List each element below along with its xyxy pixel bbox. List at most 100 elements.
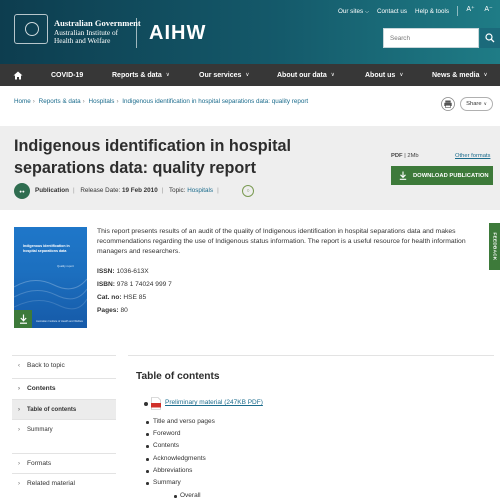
side-label: Formats — [27, 460, 52, 467]
pages-value: 80 — [120, 307, 128, 314]
side-item-related-material[interactable]: › Related material — [12, 473, 116, 493]
our-sites-link[interactable]: Our sites ⌵ — [338, 8, 369, 15]
breadcrumb-home[interactable]: Home — [14, 98, 31, 105]
search-field[interactable] — [383, 28, 479, 48]
search-icon — [485, 33, 495, 43]
breadcrumb-separator: › — [82, 98, 85, 105]
cover-footer: Australian Institute of Health and Welfa… — [36, 320, 84, 323]
utility-nav: Our sites ⌵ Contact us Help & tools — [338, 6, 458, 16]
breadcrumb-current[interactable]: Indigenous identification in hospital se… — [122, 98, 308, 105]
chevron-down-icon: ⌵ — [365, 8, 369, 15]
nav-item-about-us[interactable]: About us ∨ — [365, 64, 403, 86]
chevron-down-icon: ∨ — [330, 72, 335, 78]
file-info: PDF | 2Mb — [391, 153, 419, 159]
side-item-formats[interactable]: › Formats — [12, 453, 116, 473]
chevron-right-icon: › — [18, 426, 20, 433]
breadcrumb-reports-data[interactable]: Reports & data — [39, 98, 81, 105]
other-formats-link[interactable]: Other formats — [455, 153, 490, 159]
release-label: Release Date: — [80, 187, 121, 194]
side-label: Related material — [27, 480, 76, 487]
topic-link[interactable]: Hospitals — [187, 187, 213, 194]
nav-item-covid-19[interactable]: COVID-19 — [51, 64, 83, 86]
publication-type: Publication — [35, 187, 69, 194]
chevron-down-icon: ∨ — [399, 72, 404, 78]
cat-value: HSE 85 — [123, 294, 147, 301]
release-date: 19 Feb 2010 — [121, 187, 158, 194]
our-sites-label: Our sites — [337, 7, 364, 15]
print-button[interactable] — [441, 97, 455, 111]
page-title: Indigenous identification in hospital se… — [14, 137, 291, 177]
topic-label: Topic: — [168, 187, 186, 194]
toc-item[interactable]: Foreword — [145, 430, 180, 437]
nav-label: Our services — [199, 71, 242, 79]
breadcrumb-separator: › — [32, 98, 35, 105]
nav-item-our-services[interactable]: Our services ∨ — [199, 64, 249, 86]
nav-item-news-media[interactable]: News & media ∨ — [432, 64, 488, 86]
contact-us-link[interactable]: Contact us — [377, 8, 407, 15]
toc-item[interactable]: Title and verso pages — [146, 418, 215, 425]
summary-text: This report presents results of an audit… — [97, 228, 466, 256]
chevron-down-icon: ∨ — [483, 101, 487, 106]
side-label: Back to topic — [27, 362, 65, 369]
nav-label: News & media — [432, 71, 480, 79]
preliminary-material-pdf-link[interactable]: Preliminary material (247KB PDF) — [165, 399, 263, 406]
side-item-summary[interactable]: › Summary — [12, 419, 116, 439]
increase-font-button[interactable]: A⁺ — [463, 2, 478, 16]
help-tools-link[interactable]: Help & tools — [415, 8, 449, 15]
cat-fact: Cat. no: HSE 85 — [97, 294, 146, 301]
aihw-logo[interactable]: AIHW — [149, 22, 206, 45]
share-button[interactable]: Share ∨ — [460, 97, 493, 111]
chevron-left-icon: ‹ — [18, 362, 20, 369]
list-bullet — [144, 402, 148, 406]
publication-meta: Publication | Release Date: 19 Feb 2010 | … — [35, 187, 223, 194]
nav-item-about-our-data[interactable]: About our data ∨ — [277, 64, 335, 86]
nav-label: Reports & data — [112, 71, 162, 79]
home-button[interactable] — [0, 64, 36, 86]
nav-item-reports-data[interactable]: Reports & data ∨ — [112, 64, 170, 86]
gov-line3: Health and Welfare — [54, 36, 111, 46]
side-item-table-of-contents[interactable]: › Table of contents — [12, 399, 116, 419]
chevron-right-icon: › — [18, 406, 20, 413]
isbn-label: ISBN: — [97, 281, 115, 288]
breadcrumb-hospitals[interactable]: Hospitals — [89, 98, 115, 105]
search-input[interactable] — [390, 34, 478, 42]
cover-title: Indigenous identification in hospital se… — [23, 244, 70, 253]
government-logo-text[interactable]: Australian Government Australian Institu… — [54, 18, 141, 46]
breadcrumb: Home › Reports & data › Hospitals › Indigen… — [14, 98, 308, 105]
download-icon — [19, 314, 27, 324]
isbn-fact: ISBN: 978 1 74024 999 7 — [97, 281, 172, 288]
back-to-topic-link[interactable]: ‹ Back to topic — [12, 355, 116, 375]
file-size: 2Mb — [407, 153, 419, 159]
download-icon — [399, 171, 407, 180]
feedback-label: FEEDBACK — [492, 232, 498, 261]
toc-item[interactable]: Acknowledgments — [146, 455, 206, 462]
decrease-font-button[interactable]: A⁻ — [481, 2, 496, 16]
site-header: Australian Government Australian Institu… — [0, 0, 500, 64]
meta-divider: | — [217, 187, 219, 194]
toc-sub-item[interactable]: Overall — [174, 492, 201, 499]
side-label: Table of contents — [27, 406, 77, 413]
toc-item[interactable]: Summary — [146, 479, 181, 486]
feedback-tab[interactable]: FEEDBACK — [489, 223, 500, 270]
chevron-down-icon: ∨ — [483, 72, 488, 78]
contents-divider — [128, 355, 494, 356]
chevron-down-icon: ∨ — [245, 72, 250, 78]
download-publication-button[interactable]: DOWNLOAD PUBLICATION — [391, 166, 493, 185]
side-item-contents[interactable]: › Contents — [12, 378, 116, 398]
file-type: PDF — [391, 153, 403, 159]
issn-fact: ISSN: 1036-613X — [97, 268, 149, 275]
nav-label: COVID-19 — [51, 71, 84, 79]
chevron-right-icon: › — [18, 480, 20, 487]
cover-download-button[interactable] — [14, 310, 32, 328]
issn-value: 1036-613X — [116, 268, 149, 275]
coat-of-arms-logo[interactable] — [14, 14, 48, 44]
toc-item[interactable]: Abbreviations — [145, 467, 192, 474]
toc-item[interactable]: Contents — [145, 442, 179, 449]
topic-icon[interactable]: ○ — [242, 185, 254, 197]
share-label: Share — [466, 101, 482, 107]
search-button[interactable] — [480, 28, 500, 48]
cover-subtitle: Quality report — [57, 264, 74, 268]
print-icon — [441, 97, 455, 111]
nav-label: About us — [365, 71, 396, 79]
home-icon — [13, 71, 23, 79]
